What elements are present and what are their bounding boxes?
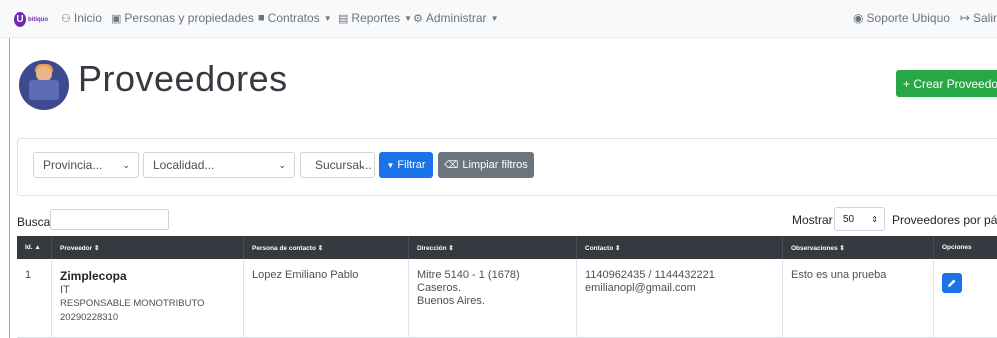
locality-select-value: Localidad... <box>153 158 215 172</box>
nav-item-administrar[interactable]: ⚙ Administrar ▼ <box>413 11 498 25</box>
column-header-id[interactable]: Id. ▲ <box>17 236 52 259</box>
filter-button-label: Filtrar <box>397 159 426 171</box>
column-header-proveedor[interactable]: Proveedor ⇕ <box>52 236 244 259</box>
search-input[interactable] <box>50 209 169 230</box>
create-supplier-button[interactable]: + Crear Proveedor <box>896 70 997 97</box>
caret-down-icon: ▼ <box>323 13 332 23</box>
navbar-right: ◉ Soporte Ubiquo ↦ Salir <box>843 11 997 25</box>
cell-options <box>934 259 997 338</box>
nav-item-label: Reportes <box>351 11 401 25</box>
column-header-options: Opciones <box>942 244 972 251</box>
branch-select[interactable]: Sucursal... ⌄ <box>300 152 375 178</box>
ubiquo-logo[interactable]: U bitiquo <box>14 10 48 29</box>
column-header-contact[interactable]: Contacto ⇕ <box>577 236 783 259</box>
contact-phones: 1140962435 / 1144432221 <box>585 269 715 281</box>
province-select[interactable]: Provincia... ⌄ <box>33 152 139 178</box>
nav-item-label: Administrar <box>425 11 487 25</box>
sort-arrows-icon: ⇕ <box>871 214 878 224</box>
support-link[interactable]: ◉ Soporte Ubiquo <box>853 11 950 25</box>
table-header: Id. ▲ Proveedor ⇕ Persona de contacto ⇕ … <box>17 236 997 259</box>
dashboard-icon: ⚇ <box>61 12 71 25</box>
report-icon: ▤ <box>338 12 349 25</box>
nav-item-contratos[interactable]: ■ Contratos ▼ <box>258 11 332 25</box>
nav-item-label: Inicio <box>73 11 102 25</box>
address-line-city: Caseros. <box>417 282 462 294</box>
column-header-contact-person[interactable]: Persona de contacto ⇕ <box>244 236 409 259</box>
supplier-cuit: 20290228310 <box>60 312 119 323</box>
nav-item-label: Personas y propiedades <box>124 11 254 25</box>
page-size-value: 50 <box>843 213 855 225</box>
column-header-address[interactable]: Dirección ⇕ <box>409 236 577 259</box>
supplier-avatar-icon <box>19 60 69 110</box>
id-card-icon: ▣ <box>111 12 122 25</box>
logo-badge: U <box>14 12 26 27</box>
support-label: Soporte Ubiquo <box>866 11 950 25</box>
nav-item-label: Contratos <box>267 11 320 25</box>
chevron-down-icon: ⌄ <box>122 159 130 170</box>
cell-contact-person: Lopez Emiliano Pablo <box>244 259 409 338</box>
page-size-label: Mostrar <box>792 213 833 227</box>
province-select-value: Provincia... <box>43 158 103 172</box>
edit-button[interactable] <box>942 273 962 293</box>
contact-email: emilianopl@gmail.com <box>585 282 696 294</box>
caret-down-icon: ▼ <box>490 13 499 23</box>
cell-supplier: Zimplecopa IT RESPONSABLE MONOTRIBUTO 20… <box>52 259 244 338</box>
funnel-icon: ▼ <box>386 160 395 170</box>
gear-icon: ⚙ <box>413 12 423 25</box>
cell-id: 1 <box>17 259 52 338</box>
supplier-tax-condition: RESPONSABLE MONOTRIBUTO <box>60 298 205 309</box>
locality-select[interactable]: Localidad... ⌄ <box>143 152 295 178</box>
pencil-icon <box>948 279 956 287</box>
search-label: Buscar <box>17 215 55 229</box>
column-header-notes[interactable]: Observaciones ⇕ <box>783 236 934 259</box>
cell-address: Mitre 5140 - 1 (1678) Caseros. Buenos Ai… <box>409 259 577 338</box>
address-line-province: Buenos Aires. <box>417 295 485 307</box>
top-navbar: U bitiquo ⚇ Inicio ▣ Personas y propieda… <box>0 0 997 38</box>
nav-item-inicio[interactable]: ⚇ Inicio <box>61 11 102 25</box>
eraser-icon: ⌫ <box>444 159 459 171</box>
caret-down-icon: ▼ <box>404 13 413 23</box>
cell-contact: 1140962435 / 1144432221 emilianopl@gmail… <box>577 259 783 338</box>
supplier-category: IT <box>60 284 70 296</box>
logo-text: bitiquo <box>28 16 48 23</box>
filter-button[interactable]: ▼ Filtrar <box>379 152 433 178</box>
chevron-down-icon: ⌄ <box>358 159 366 170</box>
table-row: 1 Zimplecopa IT RESPONSABLE MONOTRIBUTO … <box>17 259 997 338</box>
address-line-street: Mitre 5140 - 1 (1678) <box>417 269 520 281</box>
clear-filters-label: Limpiar filtros <box>462 159 528 171</box>
user-circle-icon: ◉ <box>853 11 864 25</box>
cell-notes: Esto es una prueba <box>783 259 934 338</box>
logout-label: Salir <box>972 11 997 25</box>
clear-filters-button[interactable]: ⌫ Limpiar filtros <box>438 152 534 178</box>
nav-item-personas[interactable]: ▣ Personas y propiedades ▼ <box>111 11 266 25</box>
logout-icon: ↦ <box>959 11 970 25</box>
logout-link[interactable]: ↦ Salir <box>960 11 997 25</box>
page-size-suffix: Proveedores por página <box>892 213 997 227</box>
supplier-name[interactable]: Zimplecopa <box>60 269 243 283</box>
left-divider <box>9 38 10 338</box>
nav-item-reportes[interactable]: ▤ Reportes ▼ <box>338 11 412 25</box>
page-title: Proveedores <box>78 58 288 99</box>
chevron-down-icon: ⌄ <box>278 159 286 170</box>
contract-icon: ■ <box>258 12 265 24</box>
page-size-select[interactable]: 50 ⇕ <box>834 207 885 231</box>
